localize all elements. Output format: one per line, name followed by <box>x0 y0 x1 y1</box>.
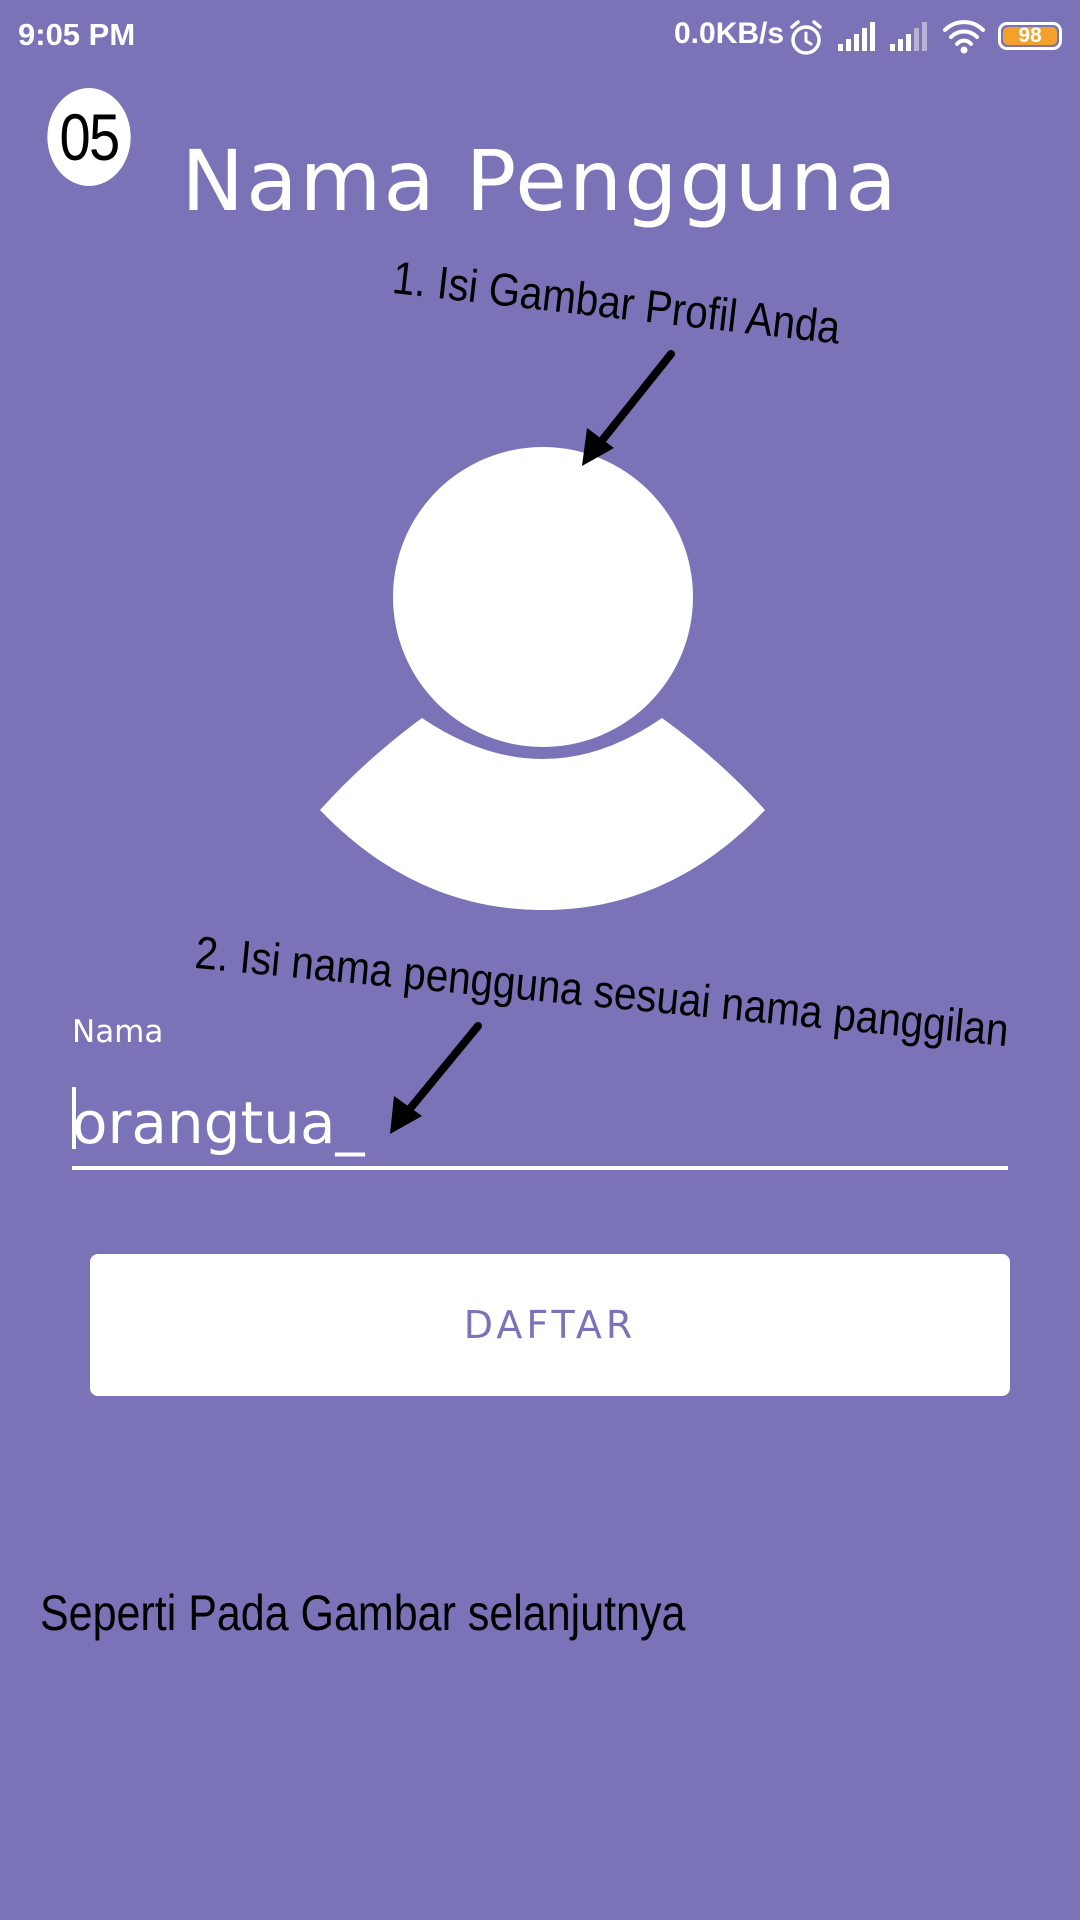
alarm-icon <box>790 20 822 55</box>
profile-picture-picker[interactable] <box>310 440 770 920</box>
avatar-head-icon <box>393 447 693 747</box>
text-cursor <box>72 1087 76 1149</box>
battery-icon: 98 <box>998 22 1062 50</box>
next-step-note: Seperti Pada Gambar selanjutnya <box>40 1585 686 1641</box>
name-field-label: Nama <box>72 1014 164 1050</box>
name-field-hint: 2. Isi nama pengguna sesuai nama panggil… <box>192 925 1012 1057</box>
profile-picture-hint: 1. Isi Gambar Profil Anda <box>390 250 843 354</box>
network-speed: 0.0KB/s <box>674 17 785 50</box>
page-title: Nama Pengguna <box>181 132 899 230</box>
signal-icon <box>890 22 927 51</box>
battery-level: 98 <box>1018 24 1042 47</box>
wifi-icon <box>943 20 985 54</box>
register-button[interactable]: DAFTAR <box>90 1254 1010 1396</box>
status-bar: 9:05 PM 0.0KB/s 98 <box>0 0 1080 72</box>
signal-icon <box>838 22 875 51</box>
status-time: 9:05 PM <box>18 17 136 52</box>
name-input[interactable] <box>72 1080 1008 1170</box>
